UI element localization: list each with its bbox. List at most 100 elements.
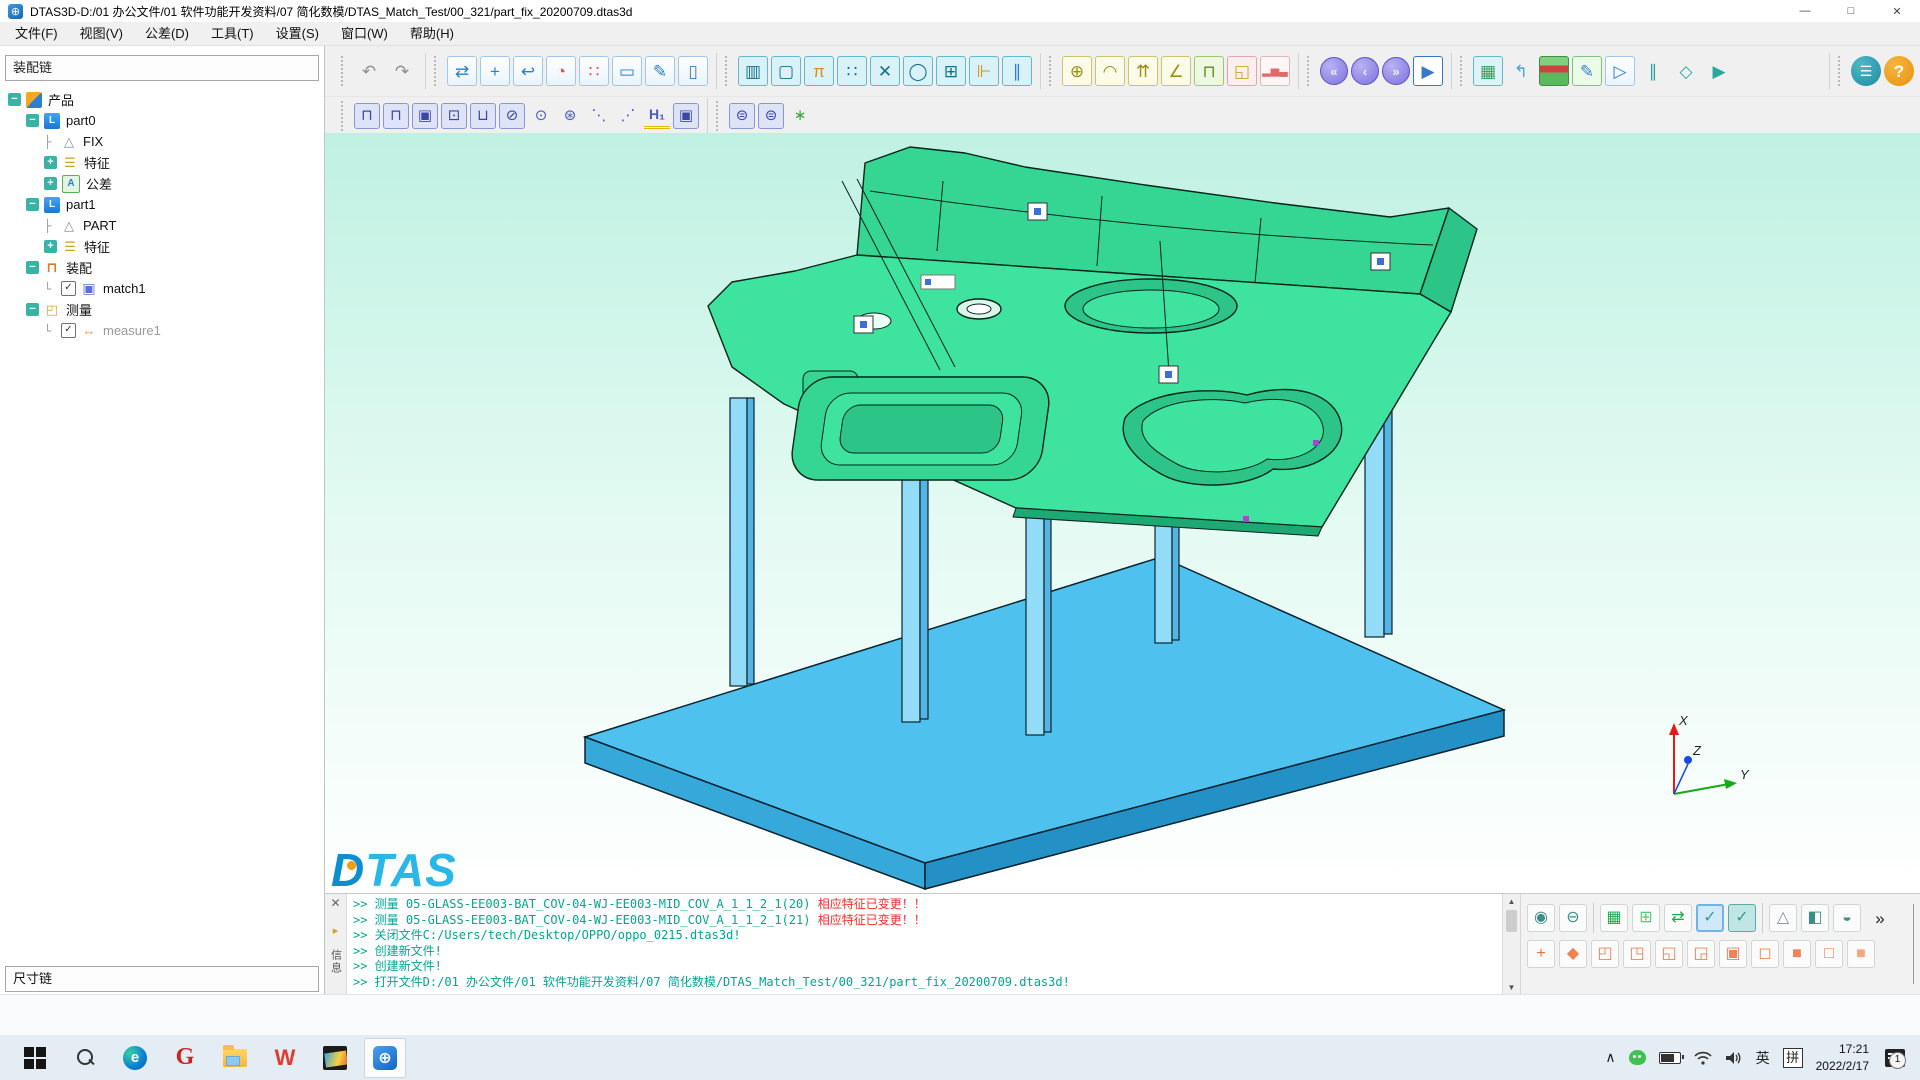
- notepad-gear-icon[interactable]: ✎: [1572, 56, 1602, 86]
- mesh-face-icon[interactable]: ⊞: [936, 56, 966, 86]
- ime-pinyin-indicator[interactable]: 拼: [1783, 1048, 1803, 1068]
- angle-tolerance-icon[interactable]: ◠: [1095, 56, 1125, 86]
- windows-start-icon[interactable]: [14, 1038, 56, 1078]
- ime-language-indicator[interactable]: 英: [1756, 1048, 1770, 1068]
- left-view-icon[interactable]: ◱: [1655, 940, 1683, 968]
- clamp-feature-icon[interactable]: ⊩: [969, 56, 999, 86]
- close-button[interactable]: ✕: [1874, 0, 1920, 22]
- cross-face-icon[interactable]: ✕: [870, 56, 900, 86]
- machine-icon[interactable]: ▦: [1473, 56, 1503, 86]
- menu-settings[interactable]: 设置(S): [265, 22, 330, 45]
- collapse-icon[interactable]: −: [26, 114, 39, 127]
- tree-checkbox[interactable]: ✓: [61, 323, 76, 338]
- scroll-thumb[interactable]: [1506, 910, 1517, 932]
- redo-icon[interactable]: ↷: [387, 56, 417, 86]
- explode-view-icon[interactable]: ∗: [787, 103, 813, 129]
- front-view-icon[interactable]: ◰: [1591, 940, 1619, 968]
- shaded-cube-view-icon[interactable]: ■: [1847, 940, 1875, 968]
- sheet-metal-part[interactable]: [708, 147, 1477, 536]
- step-back-icon[interactable]: ‹: [1351, 57, 1379, 85]
- tray-chevron-up-icon[interactable]: ∧: [1605, 1049, 1615, 1066]
- expand-icon[interactable]: +: [44, 156, 57, 169]
- skip-start-icon[interactable]: «: [1320, 57, 1348, 85]
- report-doc-icon[interactable]: ◔: [546, 56, 576, 86]
- position-tolerance-icon[interactable]: ⊕: [1062, 56, 1092, 86]
- battery-icon[interactable]: [1659, 1052, 1681, 1064]
- match-table-a-icon[interactable]: ⊓: [354, 103, 380, 129]
- frame-doc-icon[interactable]: ▭: [612, 56, 642, 86]
- shapes-solid-icon[interactable]: ◧: [1801, 904, 1829, 932]
- collapse-icon[interactable]: −: [26, 303, 39, 316]
- dome-target-icon[interactable]: ◒: [1833, 904, 1861, 932]
- file-explorer-icon[interactable]: [214, 1038, 256, 1078]
- new-file-icon[interactable]: +: [480, 56, 510, 86]
- atom-network-icon[interactable]: ⊛: [557, 103, 583, 129]
- ghost-cube-icon[interactable]: ⊘: [499, 103, 525, 129]
- pins-table-icon[interactable]: ⊔: [470, 103, 496, 129]
- tree-item-measure1[interactable]: └✓↔measure1: [2, 320, 324, 341]
- menu-view[interactable]: 视图(V): [69, 22, 134, 45]
- console-scrollbar[interactable]: ▲ ▼: [1502, 894, 1520, 995]
- menu-window[interactable]: 窗口(W): [330, 22, 399, 45]
- help-icon[interactable]: ?: [1884, 56, 1914, 86]
- molecule-cube-icon[interactable]: ⊡: [441, 103, 467, 129]
- press-table-icon[interactable]: ⊓: [1194, 56, 1224, 86]
- h1-datum-icon[interactable]: H₁: [644, 103, 670, 129]
- tree-item-fix[interactable]: ├△FIX: [2, 131, 324, 152]
- tree-item-feature-part0[interactable]: +☰特征: [2, 152, 324, 173]
- scroll-down-icon[interactable]: ▼: [1508, 980, 1516, 995]
- demo-monitor-icon[interactable]: ▶: [1413, 56, 1443, 86]
- slot-feature-icon[interactable]: ▥: [738, 56, 768, 86]
- histogram-icon[interactable]: ▂▅▃: [1260, 56, 1290, 86]
- wps-icon[interactable]: W: [264, 1038, 306, 1078]
- collapse-icon[interactable]: −: [8, 93, 21, 106]
- notification-center-icon[interactable]: 1: [1882, 1047, 1908, 1069]
- maximize-button[interactable]: □: [1828, 0, 1874, 22]
- export-doc-icon[interactable]: ▷: [1605, 56, 1635, 86]
- slope-tolerance-icon[interactable]: ∠: [1161, 56, 1191, 86]
- collapse-icon[interactable]: −: [26, 198, 39, 211]
- manual-icon[interactable]: ☰: [1851, 56, 1881, 86]
- swap-views-icon[interactable]: ⇄: [1664, 904, 1692, 932]
- tree-item-part[interactable]: ├△PART: [2, 215, 324, 236]
- scroll-up-icon[interactable]: ▲: [1508, 894, 1516, 909]
- top-view-icon[interactable]: ◳: [1623, 940, 1651, 968]
- apply-view-b-icon[interactable]: ✓: [1728, 904, 1756, 932]
- console-close-icon[interactable]: ✕: [330, 896, 340, 910]
- shapes-outline-icon[interactable]: △: [1769, 904, 1797, 932]
- point-face-icon[interactable]: ∷: [837, 56, 867, 86]
- sync-model-icon[interactable]: ⇄: [447, 56, 477, 86]
- match-table-b-icon[interactable]: ⊓: [383, 103, 409, 129]
- tree-item-part0[interactable]: −Lpart0: [2, 110, 324, 131]
- import-file-icon[interactable]: ↩: [513, 56, 543, 86]
- menu-help[interactable]: 帮助(H): [399, 22, 465, 45]
- cylinder-rotate-b-icon[interactable]: ⊜: [758, 103, 784, 129]
- tree-item-match1[interactable]: └✓▣match1: [2, 278, 324, 299]
- menu-tools[interactable]: 工具(T): [200, 22, 265, 45]
- locate-pins-icon[interactable]: ⊙: [528, 103, 554, 129]
- parallel-tolerance-icon[interactable]: ⇈: [1128, 56, 1158, 86]
- corner-arrows-icon[interactable]: ↰: [1506, 56, 1536, 86]
- edit-doc-icon[interactable]: ✎: [645, 56, 675, 86]
- 3d-viewport[interactable]: X Y Z DTAS: [325, 133, 1920, 893]
- wire-cube-view-icon[interactable]: □: [1815, 940, 1843, 968]
- iso-view-icon[interactable]: ◆: [1559, 940, 1587, 968]
- fit-view-icon[interactable]: +: [1527, 940, 1555, 968]
- taskbar-clock[interactable]: 17:21 2022/2/17: [1816, 1041, 1869, 1073]
- circle-face-icon[interactable]: ◯: [903, 56, 933, 86]
- menu-file[interactable]: 文件(F): [4, 22, 69, 45]
- apply-view-a-icon[interactable]: ✓: [1696, 904, 1724, 932]
- dimension-chain-header[interactable]: 尺寸链: [5, 966, 319, 992]
- tree-item-tolerance[interactable]: +A公差: [2, 173, 324, 194]
- play-circle-icon[interactable]: ▶: [1704, 56, 1734, 86]
- cylinder-rotate-a-icon[interactable]: ⊜: [729, 103, 755, 129]
- quad-outline-icon[interactable]: ⊞: [1632, 904, 1660, 932]
- expand-icon[interactable]: +: [44, 177, 57, 190]
- tree-checkbox[interactable]: ✓: [61, 281, 76, 296]
- pocket-feature-icon[interactable]: ▢: [771, 56, 801, 86]
- tree-item-measure[interactable]: −◰测量: [2, 299, 324, 320]
- back-view-icon[interactable]: ▣: [1719, 940, 1747, 968]
- hide-lens-icon[interactable]: ⊖: [1559, 904, 1587, 932]
- link-forward-icon[interactable]: ⋱: [586, 103, 612, 129]
- dtas3d-taskbar-icon[interactable]: ⊕: [364, 1038, 406, 1078]
